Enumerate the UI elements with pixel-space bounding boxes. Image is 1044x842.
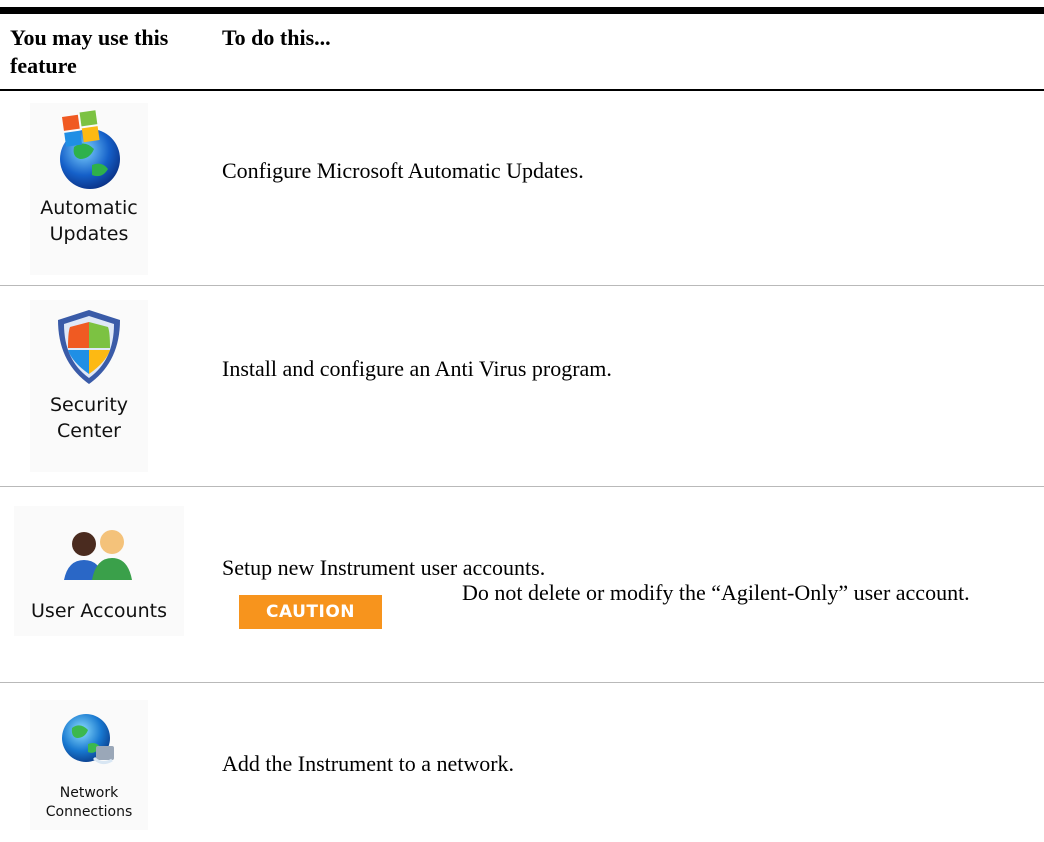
row-description-automatic-updates: Configure Microsoft Automatic Updates.	[222, 158, 584, 183]
security-center-shield-icon	[58, 310, 120, 384]
network-connections-tile[interactable]: Network Connections	[30, 700, 148, 830]
top-rule	[0, 7, 1044, 14]
row-description-network-connections: Add the Instrument to a network.	[222, 751, 515, 776]
row-divider	[0, 682, 1044, 683]
caution-note: Do not delete or modify the “Agilent-Onl…	[462, 580, 970, 605]
row-divider	[0, 486, 1044, 487]
security-center-tile[interactable]: Security Center	[30, 300, 148, 472]
header-rule	[0, 89, 1044, 91]
automatic-updates-label-line2: Updates	[49, 223, 129, 245]
user-accounts-icon	[64, 530, 132, 580]
network-connections-icon	[62, 714, 114, 765]
security-center-label-line1: Security	[49, 394, 129, 416]
security-center-label-line2: Center	[57, 420, 121, 442]
automatic-updates-icon	[60, 110, 120, 189]
user-accounts-tile[interactable]: User Accounts	[14, 506, 184, 636]
network-connections-label-line2: Connections	[45, 804, 133, 820]
network-connections-label-line1: Network	[59, 785, 119, 801]
automatic-updates-tile[interactable]: Automatic Updates	[30, 103, 148, 275]
user-accounts-label: User Accounts	[31, 600, 167, 622]
automatic-updates-label-line1: Automatic	[40, 197, 138, 219]
caution-badge: CAUTION	[239, 595, 382, 629]
header-action: To do this...	[222, 25, 331, 50]
header-feature: You may use this feature	[10, 25, 169, 78]
row-description-security-center: Install and configure an Anti Virus prog…	[222, 356, 612, 381]
row-divider	[0, 285, 1044, 286]
